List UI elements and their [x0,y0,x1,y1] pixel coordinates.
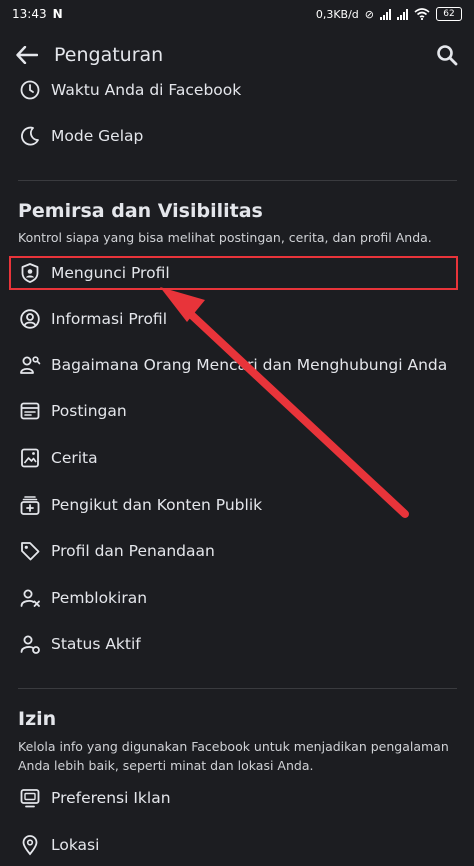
data-saver-icon: ⊘ [364,7,374,21]
section-description-audience: Kontrol siapa yang bisa melihat postinga… [18,230,432,245]
battery-icon: 62 [436,7,462,21]
settings-item-find-and-contact[interactable]: Bagaimana Orang Mencari dan Menghubungi … [0,344,474,386]
settings-item-posts[interactable]: Postingan [0,390,474,432]
search-icon[interactable] [432,40,462,70]
section-title-audience: Pemirsa dan Visibilitas [18,200,263,222]
settings-item-dark-mode[interactable]: Mode Gelap [0,115,474,157]
settings-item-profile-info[interactable]: Informasi Profil [0,298,474,340]
wifi-icon [414,8,430,20]
signal-icon [397,8,408,20]
app-bar-overlay: Pengaturan [0,30,474,80]
location-icon [18,833,42,857]
ad-preferences-icon [18,786,42,810]
page-title: Pengaturan [54,44,164,66]
settings-item-label: Postingan [51,402,127,420]
settings-item-label: Status Aktif [51,635,141,653]
status-time: 13:43 [12,7,47,21]
section-title-permissions: Izin [18,708,57,730]
active-status-icon [18,632,42,656]
settings-item-label: Pengikut dan Konten Publik [51,496,263,514]
settings-item-label: Cerita [51,449,98,467]
network-speed: 0,3KB/d [315,7,359,21]
notification-icon: N [52,7,63,21]
settings-item-label: Bagaimana Orang Mencari dan Menghubungi … [51,356,448,374]
signal-icon [380,8,391,20]
back-arrow-icon[interactable] [12,40,42,70]
settings-item-label: Profil dan Penandaan [51,542,215,560]
settings-item-label: Waktu Anda di Facebook [51,81,242,99]
settings-item-blocking[interactable]: Pemblokiran [0,577,474,619]
user-search-icon [18,353,42,377]
moon-icon [18,124,42,148]
followers-icon [18,493,42,517]
section-divider [18,688,457,689]
settings-item-label: Preferensi Iklan [51,789,171,807]
settings-item-location[interactable]: Lokasi [0,824,474,866]
settings-item-label: Lokasi [51,836,100,854]
clock-icon [18,78,42,102]
section-divider [18,180,457,181]
settings-item-label: Mengunci Profil [51,264,170,282]
block-user-icon [18,586,42,610]
post-icon [18,399,42,423]
user-circle-icon [18,307,42,331]
settings-item-followers[interactable]: Pengikut dan Konten Publik [0,484,474,526]
settings-item-label: Informasi Profil [51,310,168,328]
settings-item-stories[interactable]: Cerita [0,437,474,479]
settings-item-label: Pemblokiran [51,589,148,607]
status-bar: 13:43 N 0,3KB/d ⊘ 62 [0,0,474,28]
settings-item-profile-lock[interactable]: Mengunci Profil [0,252,474,294]
profile-lock-shield-icon [18,261,42,285]
settings-item-profile-and-tagging[interactable]: Profil dan Penandaan [0,530,474,572]
settings-item-active-status[interactable]: Status Aktif [0,623,474,665]
section-description-permissions: Kelola info yang digunakan Facebook untu… [18,739,449,773]
tag-icon [18,539,42,563]
settings-item-ad-preferences[interactable]: Preferensi Iklan [0,777,474,819]
settings-item-label: Mode Gelap [51,127,144,145]
story-icon [18,446,42,470]
